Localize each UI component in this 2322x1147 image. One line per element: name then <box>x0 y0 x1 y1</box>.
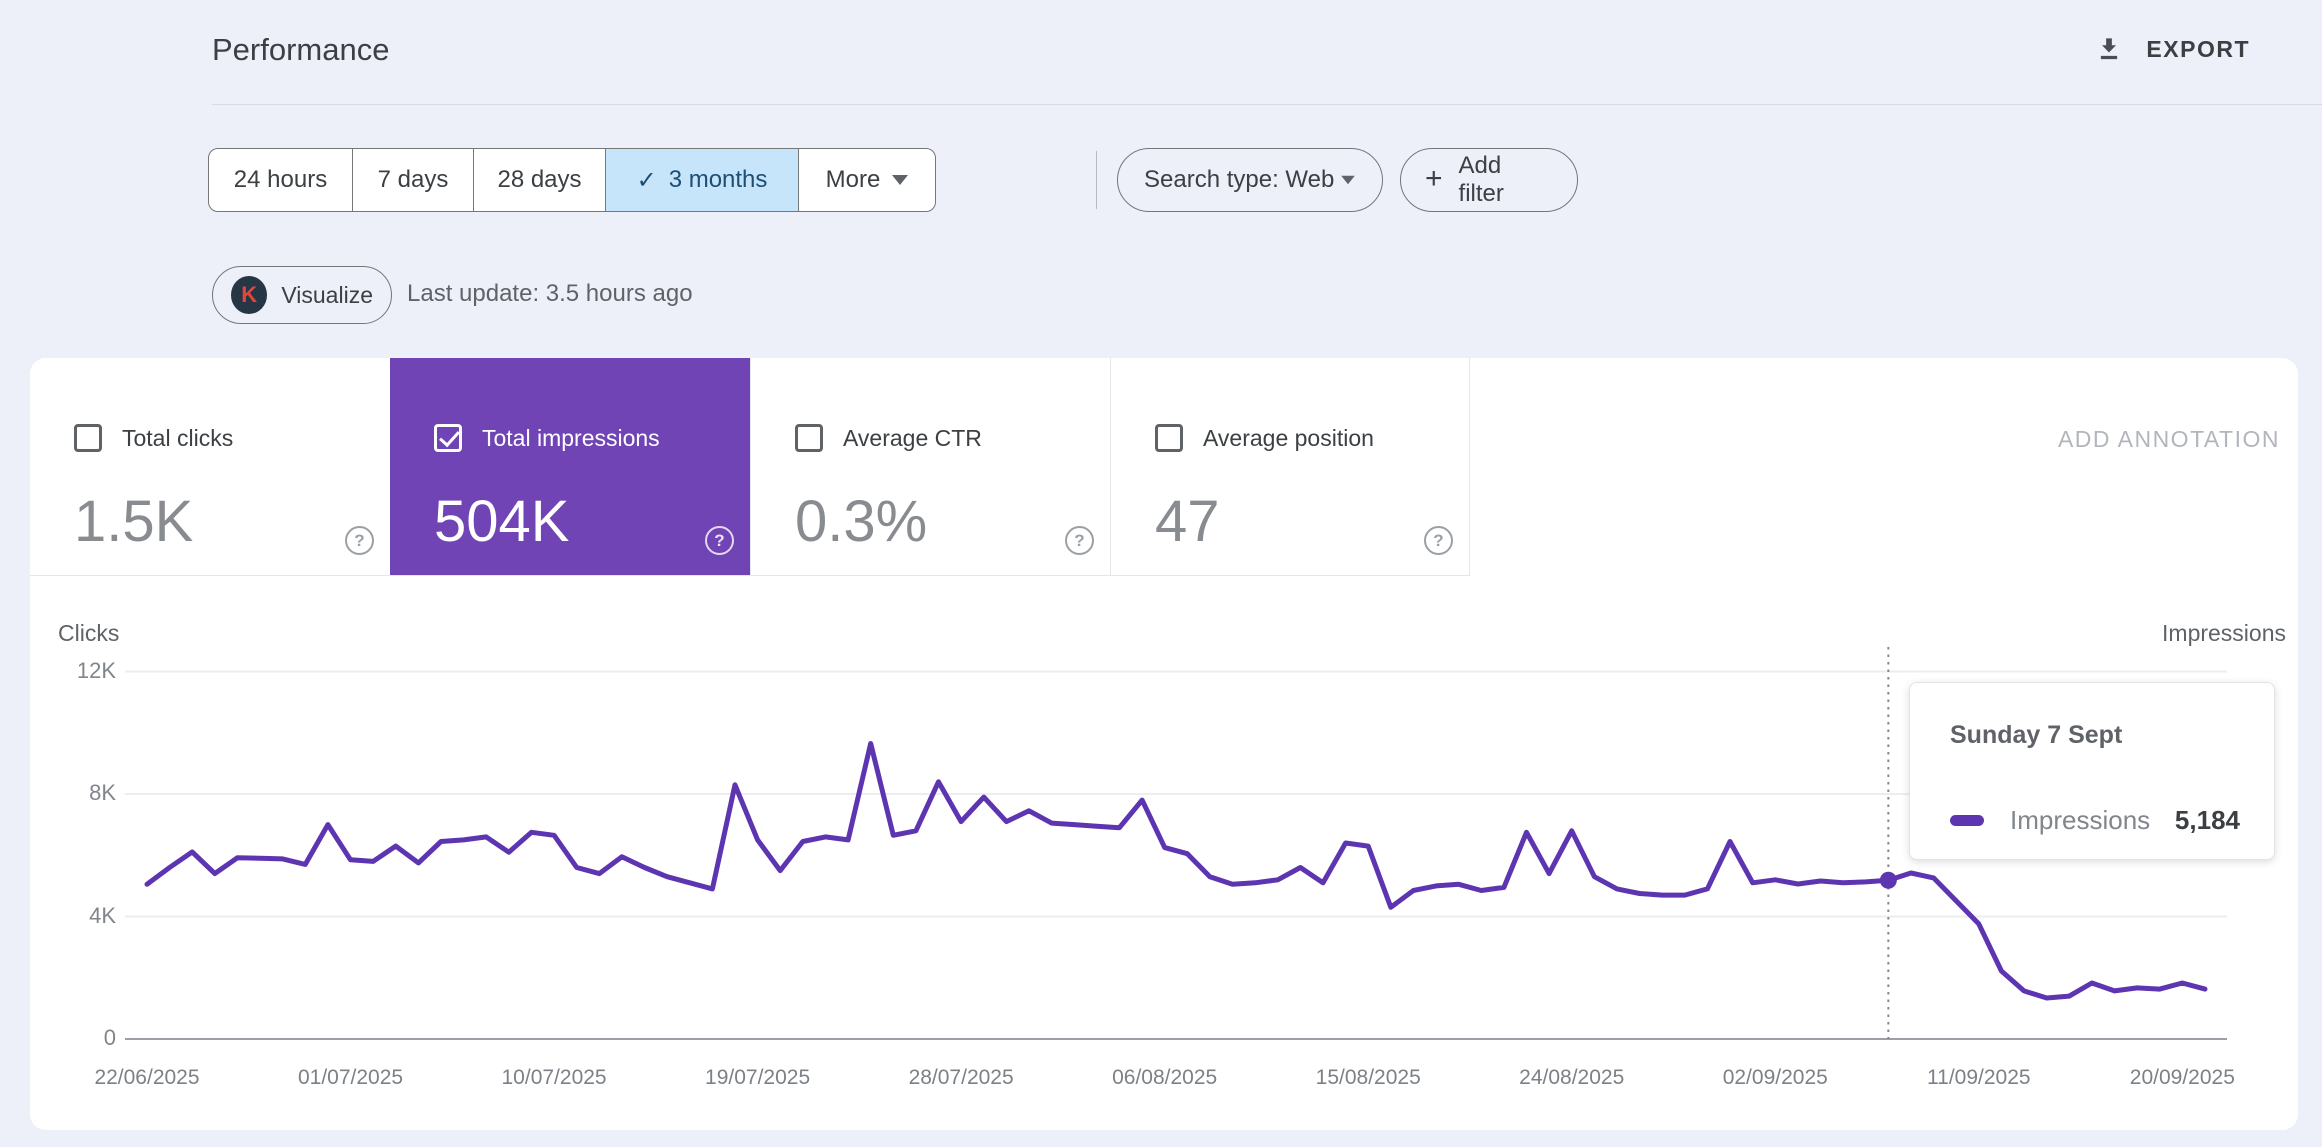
card-label: Total clicks <box>122 424 234 451</box>
card-head: Average position <box>1155 424 1374 452</box>
x-tick-label: 10/07/2025 <box>501 1066 607 1089</box>
y-tick-label: 0 <box>103 1025 116 1050</box>
card-value: 504K <box>434 489 570 554</box>
plus-icon: + <box>1425 161 1443 195</box>
filter-group-divider <box>1096 151 1097 209</box>
range-28-days[interactable]: 28 days <box>474 149 606 211</box>
right-axis-title: Impressions <box>2162 620 2286 646</box>
header-divider <box>212 104 2322 105</box>
search-type-dropdown[interactable]: Search type: Web <box>1117 148 1383 212</box>
y-tick-label: 8K <box>89 780 116 805</box>
card-label: Total impressions <box>482 424 660 451</box>
x-tick-label: 24/08/2025 <box>1519 1066 1625 1089</box>
add-annotation-button[interactable]: ADD ANNOTATION <box>2058 426 2280 453</box>
x-tick-label: 15/08/2025 <box>1315 1066 1421 1089</box>
x-tick-label: 28/07/2025 <box>908 1066 1014 1089</box>
range-label: 28 days <box>497 166 582 193</box>
chevron-down-icon <box>892 175 909 185</box>
card-value: 0.3% <box>795 489 928 554</box>
range-label: 3 months <box>668 166 768 193</box>
card-total-clicks[interactable]: Total clicks 1.5K ? <box>30 358 390 576</box>
card-average-position[interactable]: Average position 47 ? <box>1110 358 1470 576</box>
card-head: Average CTR <box>795 424 982 452</box>
left-axis-title: Clicks <box>58 620 120 646</box>
tooltip-value: 5,184 <box>2174 805 2240 835</box>
export-label: EXPORT <box>2146 35 2250 62</box>
range-24-hours[interactable]: 24 hours <box>209 149 353 211</box>
checkbox-average-position[interactable] <box>1155 424 1183 452</box>
export-button[interactable]: EXPORT <box>2084 26 2260 72</box>
chart-tooltip: Sunday 7 Sept Impressions 5,184 <box>1909 682 2275 860</box>
search-type-label: Search type: Web <box>1144 166 1335 193</box>
last-update-text: Last update: 3.5 hours ago <box>407 280 693 307</box>
visualize-button[interactable]: K Visualize <box>212 266 392 324</box>
card-value: 1.5K <box>74 489 194 554</box>
card-label: Average CTR <box>843 424 982 451</box>
add-filter-button[interactable]: + Add filter <box>1400 148 1578 212</box>
card-head: Total clicks <box>74 424 233 452</box>
help-icon[interactable]: ? <box>705 526 734 555</box>
checkbox-total-impressions[interactable] <box>434 424 462 452</box>
x-tick-label: 06/08/2025 <box>1112 1066 1218 1089</box>
card-average-ctr[interactable]: Average CTR 0.3% ? <box>750 358 1110 576</box>
add-filter-label: Add filter <box>1458 152 1504 207</box>
visualize-app-icon: K <box>231 276 268 314</box>
impressions-legend-swatch <box>1950 815 1984 826</box>
tooltip-series-label: Impressions <box>2010 805 2151 835</box>
download-icon <box>2101 38 2118 60</box>
range-label: 24 hours <box>233 166 328 193</box>
card-head: Total impressions <box>434 424 660 452</box>
x-tick-label: 19/07/2025 <box>705 1066 811 1089</box>
y-tick-label: 4K <box>89 902 116 928</box>
range-3-months-selected[interactable]: ✓ 3 months <box>606 149 799 211</box>
date-range-group: 24 hours 7 days 28 days ✓ 3 months More <box>208 148 936 212</box>
tooltip-row: Impressions 5,184 <box>1950 805 2240 836</box>
x-tick-label: 02/09/2025 <box>1722 1066 1828 1089</box>
y-tick-label: 12K <box>76 657 116 683</box>
x-tick-label: 11/09/2025 <box>1927 1066 2031 1089</box>
performance-page: Performance EXPORT 24 hours 7 days 28 da… <box>0 0 2322 1147</box>
chevron-down-icon <box>1341 175 1355 185</box>
range-more-dropdown[interactable]: More <box>799 149 935 211</box>
checkbox-average-ctr[interactable] <box>795 424 823 452</box>
page-title: Performance <box>212 32 390 67</box>
card-value: 47 <box>1155 489 1220 554</box>
help-icon[interactable]: ? <box>1424 526 1453 555</box>
card-total-impressions[interactable]: Total impressions 504K ? <box>390 358 750 576</box>
range-7-days[interactable]: 7 days <box>353 149 474 211</box>
tooltip-date: Sunday 7 Sept <box>1950 721 2123 749</box>
checkbox-total-clicks[interactable] <box>74 424 102 452</box>
more-label: More <box>825 166 881 193</box>
help-icon[interactable]: ? <box>1065 526 1094 555</box>
check-icon: ✓ <box>636 166 657 194</box>
x-tick-label: 01/07/2025 <box>297 1066 404 1089</box>
card-label: Average position <box>1203 424 1374 451</box>
visualize-label: Visualize <box>281 281 373 308</box>
x-tick-label: 22/06/2025 <box>94 1066 200 1089</box>
range-label: 7 days <box>377 166 449 193</box>
x-tick-label: 20/09/2025 <box>2129 1066 2235 1089</box>
help-icon[interactable]: ? <box>345 526 374 555</box>
